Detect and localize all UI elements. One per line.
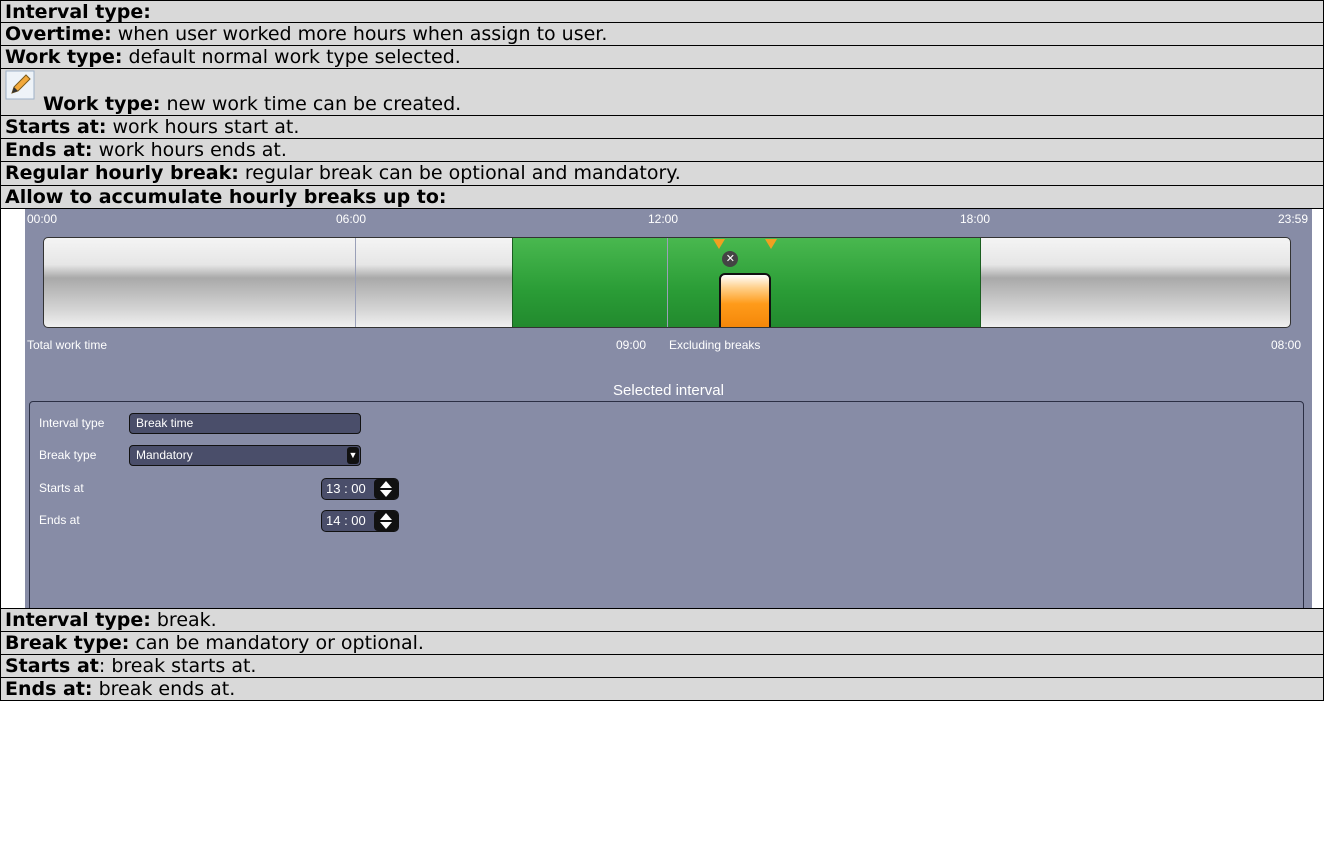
row-bold: Work type:	[5, 46, 123, 68]
interval-type-value: Break time	[136, 416, 194, 430]
row-bold: Starts at	[5, 655, 99, 677]
document-table: Interval type: Overtime: when user worke…	[0, 0, 1324, 701]
row-interval-type-heading: Interval type:	[0, 0, 1324, 23]
schedule-editor: 00:00 06:00 12:00 18:00 23:59 ✕ Total wo…	[25, 209, 1312, 608]
row-text: default normal work type selected.	[122, 46, 461, 68]
row-text: when user worked more hours when assign …	[111, 23, 608, 45]
schedule-screenshot: 00:00 06:00 12:00 18:00 23:59 ✕ Total wo…	[0, 209, 1324, 608]
tick-label: 18:00	[960, 212, 991, 226]
tick-label: 12:00	[648, 212, 679, 226]
row-text: new work time can be created.	[160, 93, 462, 115]
row-text: break.	[150, 609, 217, 631]
row-ends-at: Ends at: work hours ends at.	[0, 139, 1324, 162]
row-text: work hours start at.	[106, 116, 300, 138]
row-bold: Ends at:	[5, 678, 93, 700]
break-type-value: Mandatory	[136, 448, 193, 462]
excluding-breaks-label: Excluding breaks	[669, 338, 761, 352]
row-text: break ends at.	[92, 678, 236, 700]
ends-at-stepper[interactable]: 14 : 00	[321, 510, 399, 532]
stepper-buttons[interactable]	[374, 479, 398, 499]
row-bold: Allow to accumulate hourly breaks up to:	[5, 186, 447, 208]
row-text: : break starts at.	[98, 655, 257, 677]
row-overtime: Overtime: when user worked more hours wh…	[0, 23, 1324, 46]
row-bottom-ends-at: Ends at: break ends at.	[0, 678, 1324, 701]
stepper-up-icon[interactable]	[380, 481, 392, 488]
tick-label: 06:00	[336, 212, 367, 226]
starts-at-stepper[interactable]: 13 : 00	[321, 478, 399, 500]
row-bold: Starts at:	[5, 116, 107, 138]
break-end-handle[interactable]	[765, 239, 778, 249]
selected-interval-box: Interval type Break time Break type Mand…	[29, 401, 1304, 608]
break-interval[interactable]	[719, 273, 772, 327]
starts-at-label: Starts at	[39, 481, 84, 495]
grid-line	[355, 238, 356, 327]
row-work-type: Work type: default normal work type sele…	[0, 46, 1324, 69]
excluding-breaks-value: 08:00	[1271, 338, 1302, 352]
row-bold: Ends at:	[5, 139, 93, 161]
timeline-bar[interactable]: ✕	[43, 237, 1291, 328]
edit-pencil-icon	[5, 70, 35, 100]
total-work-value: 09:00	[616, 338, 647, 352]
interval-type-field[interactable]: Break time	[129, 413, 361, 434]
break-type-label: Break type	[39, 448, 97, 462]
break-type-dropdown[interactable]: Mandatory ▼	[129, 445, 361, 466]
chevron-down-icon[interactable]: ▼	[347, 447, 359, 464]
row-bold: Interval type:	[5, 1, 151, 23]
row-bold: Interval type:	[5, 609, 151, 631]
tick-label: 23:59	[1278, 212, 1309, 226]
row-starts-at: Starts at: work hours start at.	[0, 116, 1324, 139]
row-text: regular break can be optional and mandat…	[238, 162, 681, 184]
ends-at-label: Ends at	[39, 513, 80, 527]
row-work-type-create: Work type: new work time can be created.	[0, 69, 1324, 116]
grid-line	[667, 238, 668, 327]
row-bottom-interval-type: Interval type: break.	[0, 608, 1324, 632]
row-bold: Break type:	[5, 632, 130, 654]
row-text: can be mandatory or optional.	[129, 632, 424, 654]
total-work-label: Total work time	[27, 338, 108, 352]
row-regular-break: Regular hourly break: regular break can …	[0, 162, 1324, 186]
row-bottom-break-type: Break type: can be mandatory or optional…	[0, 632, 1324, 655]
selected-interval-title: Selected interval	[613, 382, 724, 399]
starts-at-value: 13 : 00	[326, 481, 366, 496]
ends-at-value: 14 : 00	[326, 513, 366, 528]
stepper-buttons[interactable]	[374, 511, 398, 531]
row-accumulate-breaks: Allow to accumulate hourly breaks up to:	[0, 186, 1324, 209]
stepper-down-icon[interactable]	[380, 490, 392, 497]
row-text: work hours ends at.	[92, 139, 287, 161]
interval-type-label: Interval type	[39, 416, 105, 430]
break-start-handle[interactable]	[713, 239, 726, 249]
row-bottom-starts-at: Starts at: break starts at.	[0, 655, 1324, 678]
row-bold: Work type:	[43, 93, 161, 115]
row-bold: Regular hourly break:	[5, 162, 239, 184]
stepper-down-icon[interactable]	[380, 522, 392, 529]
tick-label: 00:00	[27, 212, 58, 226]
row-bold: Overtime:	[5, 23, 112, 45]
stepper-up-icon[interactable]	[380, 513, 392, 520]
